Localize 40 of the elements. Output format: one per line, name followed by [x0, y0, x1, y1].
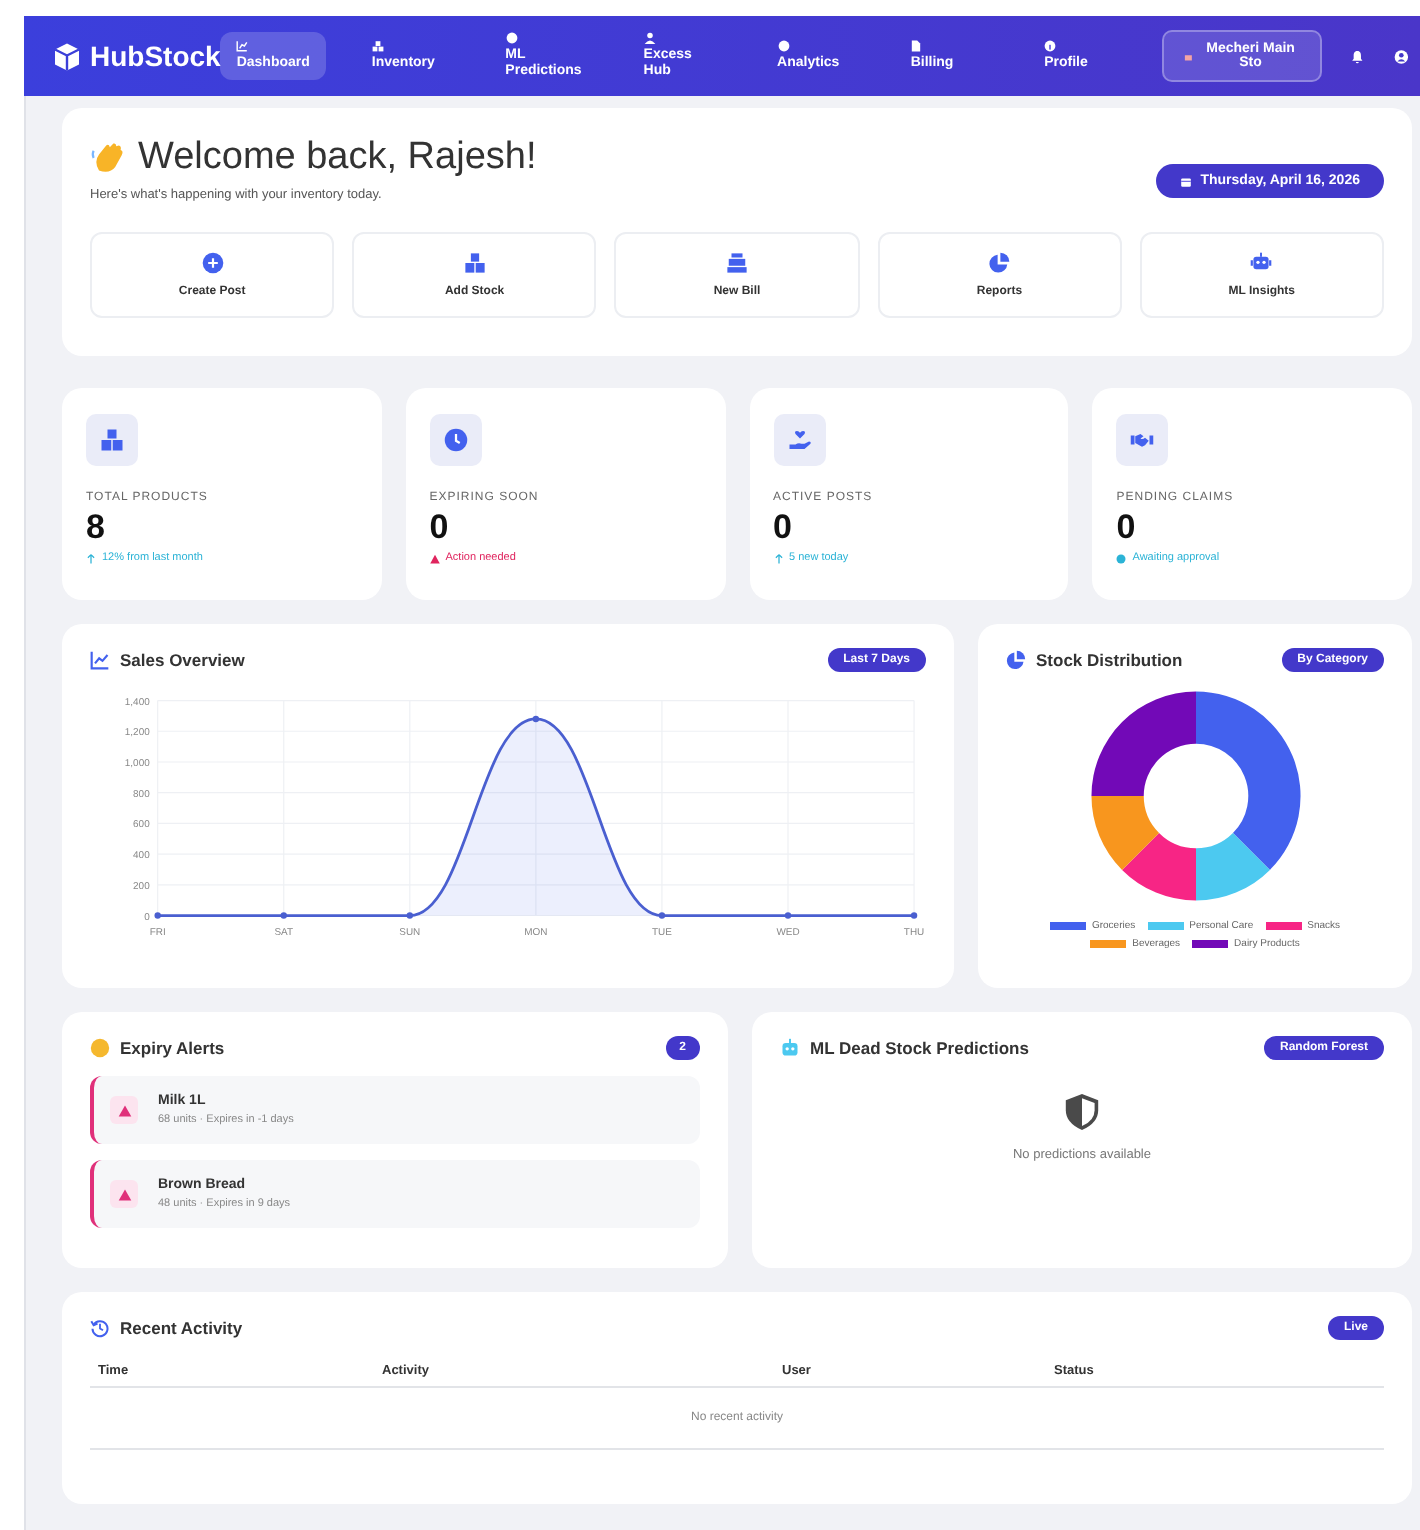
stat-value: 0 — [773, 508, 794, 548]
warning-icon — [110, 1096, 138, 1124]
boxes-icon — [463, 252, 486, 274]
shield-icon — [1064, 1092, 1100, 1132]
circle-icon — [505, 32, 518, 44]
stat-value: 8 — [86, 508, 107, 548]
up-arrow-icon — [86, 553, 96, 563]
brand-name: HubStock — [90, 40, 221, 72]
circle-icon — [777, 40, 790, 52]
plus-circle-icon — [201, 252, 224, 274]
card-title: Recent Activity — [120, 1318, 245, 1338]
welcome-heading: Welcome back, Rajesh! — [138, 136, 537, 180]
line-chart-icon — [236, 40, 249, 52]
cash-register-icon — [726, 252, 748, 274]
pie-chart-icon — [988, 252, 1011, 274]
waving-hand-icon — [90, 140, 126, 176]
robot-icon — [1250, 252, 1273, 274]
card-title: Stock Distribution — [1036, 650, 1185, 670]
boxes-icon — [371, 40, 384, 52]
document-icon — [910, 40, 923, 52]
warning-icon — [110, 1180, 138, 1208]
history-icon — [90, 1318, 110, 1338]
notification-bell-icon[interactable] — [1350, 47, 1366, 65]
store-icon — [1183, 51, 1193, 61]
cube-icon — [52, 41, 82, 71]
robot-icon — [780, 1038, 800, 1058]
stat-value: 0 — [1116, 508, 1138, 548]
stat-value: 0 — [429, 508, 451, 548]
card-title: Expiry Alerts — [120, 1038, 227, 1058]
card-title: Sales Overview — [120, 650, 247, 670]
user-account-icon[interactable] — [1393, 47, 1408, 65]
pie-chart-icon — [1006, 650, 1026, 670]
handshake-icon — [1116, 414, 1169, 466]
up-arrow-icon — [773, 553, 783, 563]
line-chart-icon — [90, 650, 110, 670]
info-icon — [1044, 40, 1057, 52]
boxes-icon — [86, 414, 138, 466]
person-icon — [643, 32, 656, 44]
card-title: ML Dead Stock Predictions — [810, 1038, 1031, 1058]
warning-icon — [429, 553, 440, 563]
